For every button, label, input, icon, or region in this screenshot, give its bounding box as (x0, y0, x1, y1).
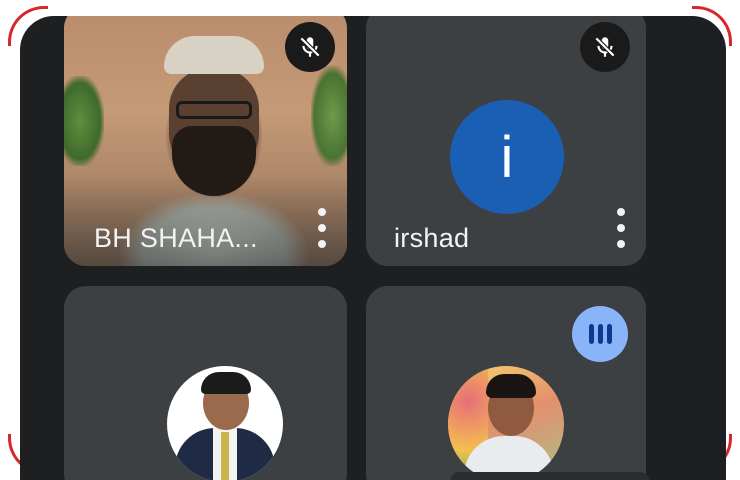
avatar: i (450, 100, 564, 214)
photo-hair (486, 374, 536, 398)
audio-bar (597, 324, 603, 344)
kebab-dot (617, 224, 625, 232)
audio-bar (588, 324, 594, 344)
kebab-dot (617, 240, 625, 248)
avatar (167, 366, 283, 480)
background-plant-left (64, 76, 104, 166)
audio-bar (606, 324, 612, 344)
meeting-grid: BH SHAHA... i irshad (20, 16, 726, 480)
participant-cap (164, 36, 264, 74)
participant-tile-1[interactable]: BH SHAHA... (64, 16, 347, 266)
avatar (448, 366, 564, 480)
kebab-dot (318, 208, 326, 216)
more-vert-icon[interactable] (614, 208, 628, 248)
device-frame: BH SHAHA... i irshad (0, 0, 740, 480)
more-vert-icon[interactable] (315, 208, 329, 248)
mic-off-icon (580, 22, 630, 72)
participant-tile-4[interactable] (366, 286, 646, 480)
photo-tie (221, 432, 229, 480)
background-plant-right (311, 66, 347, 166)
participant-tile-3[interactable] (64, 286, 347, 480)
kebab-dot (318, 240, 326, 248)
photo-hair (201, 372, 251, 394)
participant-name: BH SHAHA... (94, 223, 258, 253)
participant-glasses (176, 101, 252, 119)
kebab-dot (617, 208, 625, 216)
mic-off-icon (285, 22, 335, 72)
kebab-dot (318, 224, 326, 232)
participant-name: irshad (394, 223, 470, 253)
participant-tile-2[interactable]: i irshad (366, 16, 646, 266)
bottom-controls-edge (450, 472, 650, 480)
audio-level-icon (572, 306, 628, 362)
